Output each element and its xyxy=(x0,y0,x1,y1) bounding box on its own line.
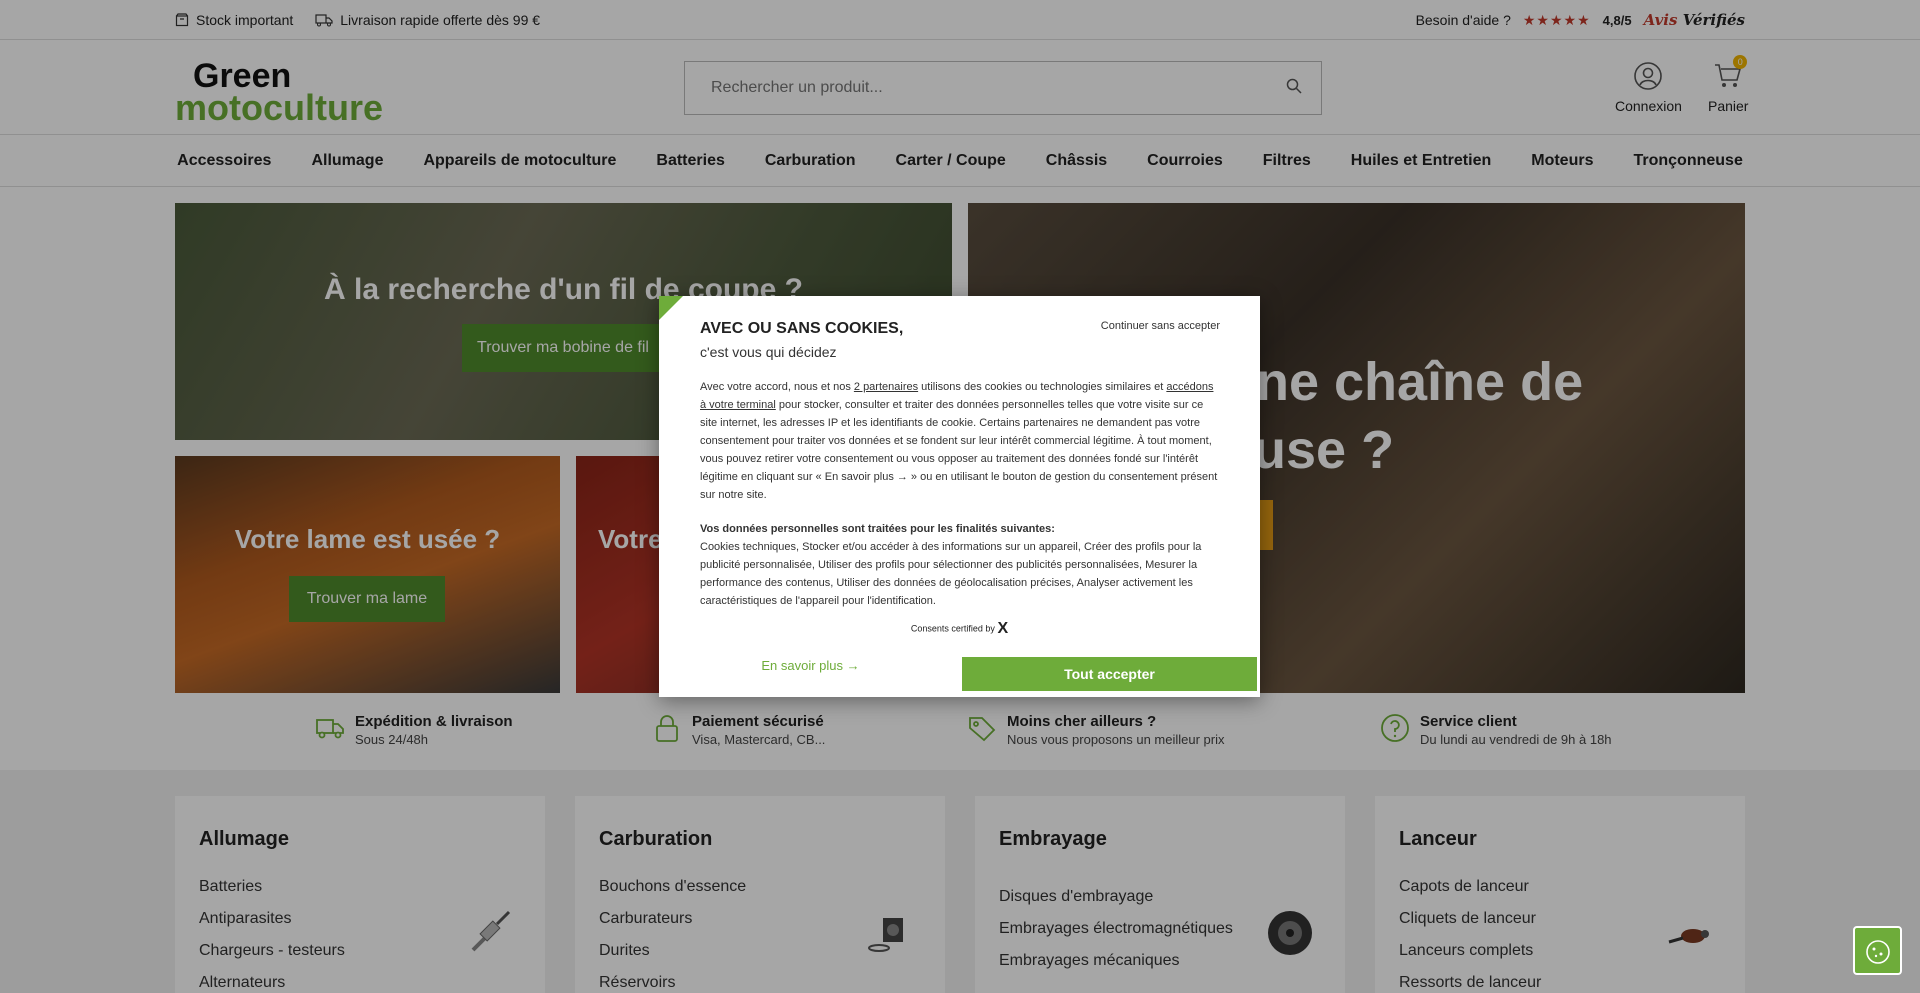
cookie-paragraph: Avec votre accord, nous et nos 2 partena… xyxy=(700,378,1221,504)
cookie-text-b: utilisons des cookies ou technologies si… xyxy=(918,381,1167,393)
learn-more-button[interactable]: En savoir plus → xyxy=(659,658,962,673)
cookie-text-c: pour stocker, consulter et traiter des d… xyxy=(700,399,1218,501)
cookie-subtitle: c'est vous qui décidez xyxy=(700,344,837,360)
cookie-consent-dialog: AVEC OU SANS COOKIES, c'est vous qui déc… xyxy=(659,296,1260,697)
purposes-text: Cookies techniques, Stocker et/ou accéde… xyxy=(700,541,1202,607)
cookie-body: Avec votre accord, nous et nos 2 partena… xyxy=(700,378,1221,610)
axeptio-logo-icon: X xyxy=(997,620,1009,637)
certified-label: Consents certified by xyxy=(910,623,995,634)
cookie-title: AVEC OU SANS COOKIES, xyxy=(700,320,904,337)
corner-accent xyxy=(659,296,683,320)
cookie-icon xyxy=(1865,940,1890,964)
purposes-heading: Vos données personnelles sont traitées p… xyxy=(700,523,1055,535)
certified-by: Consents certified by X xyxy=(659,620,1260,638)
accept-all-button[interactable]: Tout accepter xyxy=(962,657,1257,691)
cookie-settings-button[interactable] xyxy=(1853,926,1902,975)
cookie-text-a: Avec votre accord, nous et nos xyxy=(700,381,854,393)
continue-without-accepting-link[interactable]: Continuer sans accepter xyxy=(1101,320,1220,332)
partners-link[interactable]: 2 partenaires xyxy=(854,381,918,393)
